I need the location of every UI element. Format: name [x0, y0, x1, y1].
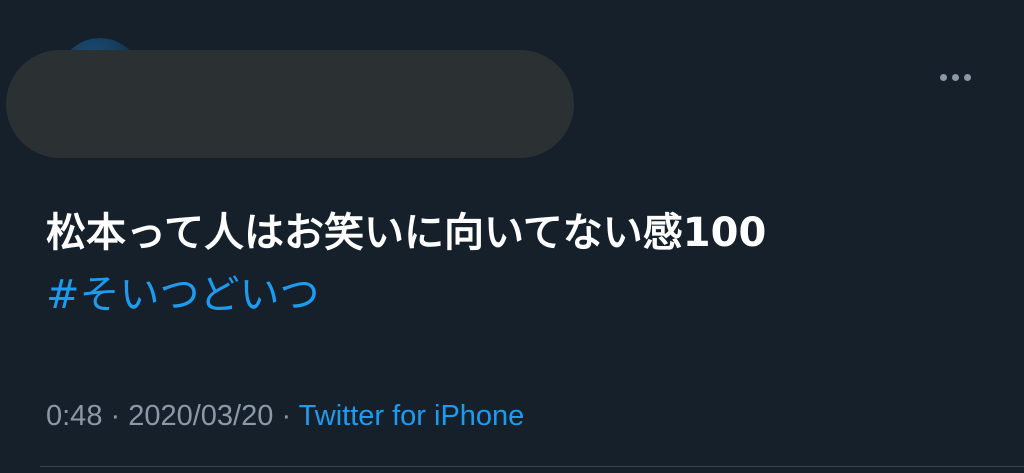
tweet-date[interactable]: 2020/03/20	[128, 400, 273, 432]
hashtag-link[interactable]: #そいつどいつ	[46, 272, 320, 318]
divider	[40, 466, 1024, 467]
more-options-button[interactable]	[928, 60, 982, 94]
more-horizontal-icon	[939, 73, 947, 81]
tweet-source-link[interactable]: Twitter for iPhone	[299, 400, 525, 432]
redacted-user-info	[6, 50, 574, 158]
tweet-metadata: 0:48 · 2020/03/20 · Twitter for iPhone	[46, 396, 524, 436]
tweet-time: 0:48	[46, 400, 103, 432]
tweet-text: 松本って人はお笑いに向いてない感100 #そいつどいつ	[46, 202, 1006, 326]
separator: ·	[273, 400, 299, 432]
more-horizontal-icon	[951, 73, 959, 81]
separator: ·	[102, 400, 129, 432]
more-horizontal-icon	[963, 73, 971, 81]
tweet-text-line: 松本って人はお笑いに向いてない感100	[46, 210, 767, 256]
